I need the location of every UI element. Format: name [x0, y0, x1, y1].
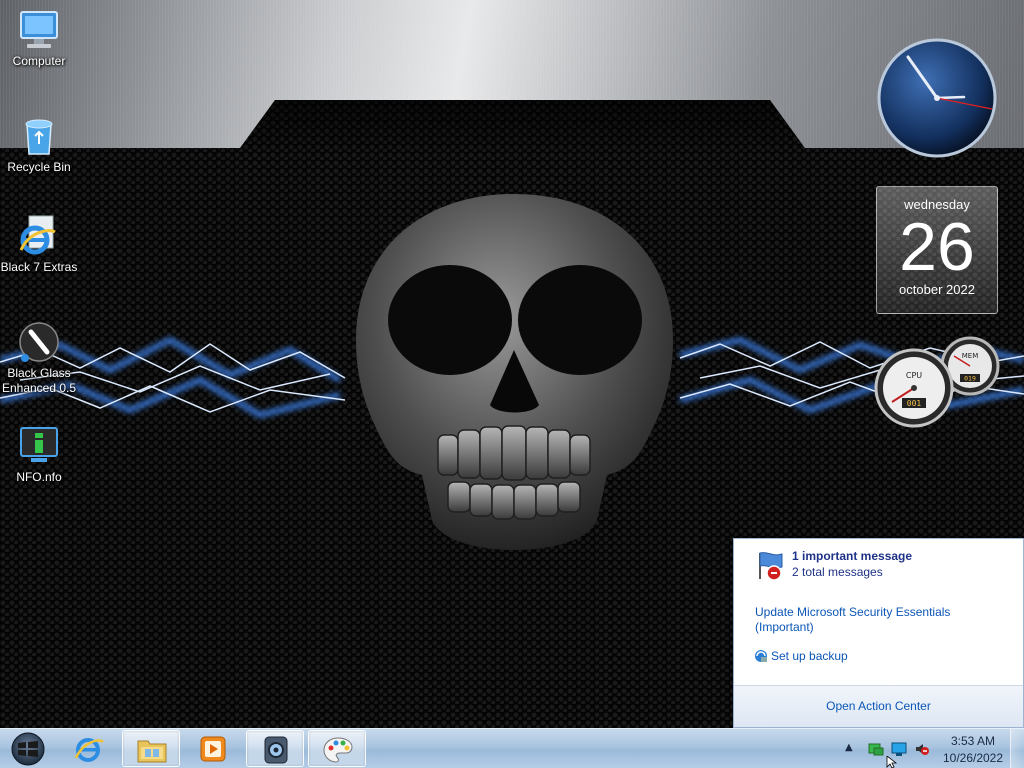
volume-icon[interactable] [914, 741, 930, 757]
desktop-icon-label: Black 7 Extras [0, 260, 78, 274]
cpu-meter-gadget[interactable]: MEM 019 CPU 001 [872, 332, 1004, 432]
desktop-icon-black-7-extras[interactable]: Black 7 Extras [0, 214, 78, 275]
gear-device-icon [264, 736, 288, 764]
taskbar-internet-explorer[interactable] [60, 730, 118, 767]
taskbar-media-player[interactable] [184, 730, 242, 767]
action-center-footer: Open Action Center [734, 685, 1023, 727]
action-center-flag-icon [759, 552, 783, 581]
calendar-month-year: october 2022 [899, 282, 975, 297]
total-message-count: 2 total messages [792, 565, 883, 579]
meter-cpu-value: 001 [907, 399, 922, 408]
media-player-icon [200, 736, 226, 762]
paint-palette-icon [323, 737, 353, 763]
clock-time[interactable]: 3:53 AM [942, 734, 1004, 748]
notification-area: ▲ 3:53 AM 10/26/2022 [840, 729, 1024, 768]
meter-mem-value: 019 [964, 375, 976, 383]
folder-icon [137, 740, 167, 763]
clock-gadget[interactable] [876, 37, 998, 159]
info-monitor-icon [20, 427, 58, 462]
show-hidden-icons-arrow-icon[interactable]: ▲ [845, 742, 855, 758]
taskbar-tweaker-app[interactable] [246, 730, 304, 767]
important-message-count[interactable]: 1 important message [792, 549, 912, 563]
internet-explorer-icon [74, 738, 104, 762]
desktop-icon-computer[interactable]: Computer [0, 8, 78, 69]
taskbar-windows-explorer[interactable] [122, 730, 180, 767]
black-glass-brush-icon [19, 322, 59, 362]
start-button[interactable] [4, 731, 52, 767]
clock-date[interactable]: 10/26/2022 [942, 751, 1004, 765]
desktop-icon-label: Recycle Bin [7, 160, 71, 174]
taskbar: ▲ 3:53 AM 10/26/2022 [0, 728, 1024, 768]
set-up-backup-link[interactable]: Set up backup [771, 649, 848, 663]
desktop-icon-nfo[interactable]: NFO.nfo [0, 424, 78, 485]
calendar-gadget[interactable]: wednesday 26 october 2022 [876, 186, 998, 314]
network-icon[interactable] [891, 741, 907, 757]
action-center-tray-icon[interactable] [868, 741, 884, 757]
meter-mem-label: MEM [962, 352, 979, 360]
calendar-date: 26 [899, 209, 975, 285]
desktop-icon-label: Black Glass Enhanced 0.5 [1, 366, 77, 395]
meter-cpu-label: CPU [906, 371, 922, 380]
recycle-bin-icon [25, 119, 53, 155]
wallpaper-skull [356, 194, 673, 550]
taskbar-paint[interactable] [308, 730, 366, 767]
desktop-icon-recycle-bin[interactable]: Recycle Bin [0, 114, 78, 175]
mouse-cursor-icon [886, 756, 898, 768]
show-desktop-button[interactable] [1010, 729, 1024, 768]
open-action-center-link[interactable]: Open Action Center [826, 699, 931, 713]
desktop-icon-black-glass-enhanced[interactable]: Black Glass Enhanced 0.5 [0, 320, 78, 396]
internet-explorer-icon [19, 215, 56, 255]
action-center-popup: 1 important message 2 total messages Upd… [733, 538, 1024, 728]
computer-icon [20, 11, 58, 48]
backup-icon [755, 650, 767, 662]
update-security-essentials-link[interactable]: Update Microsoft Security Essentials (Im… [755, 605, 985, 635]
desktop-icon-label: NFO.nfo [16, 470, 62, 484]
desktop-icon-label: Computer [12, 54, 66, 68]
